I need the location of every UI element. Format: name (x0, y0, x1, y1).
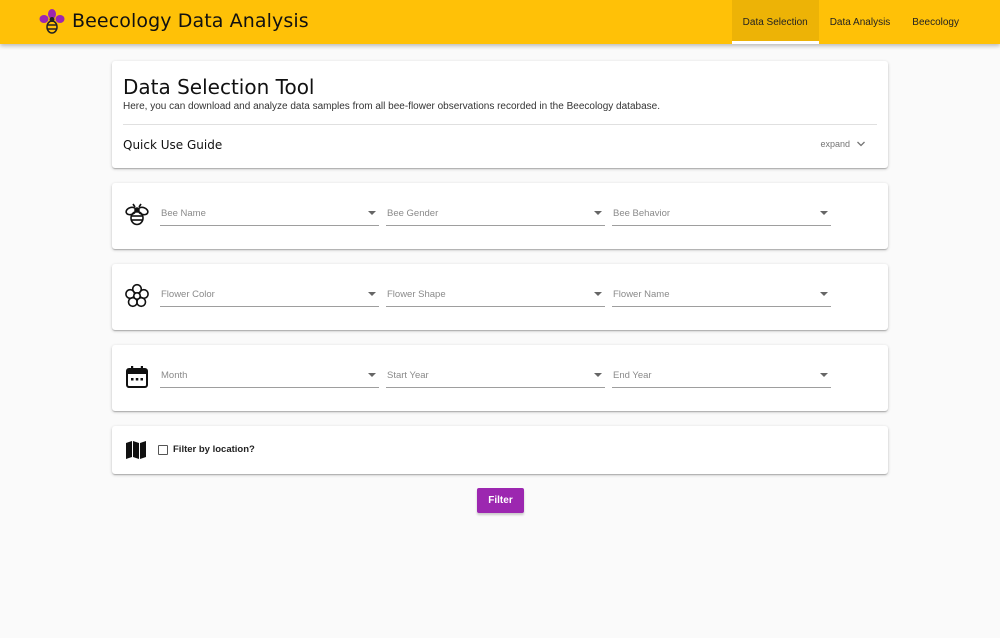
divider (123, 124, 877, 125)
top-nav: Data Selection Data Analysis Beecology (731, 0, 970, 44)
bee-filter-card: Bee Name Bee Gender Bee Behavior (112, 183, 888, 249)
select-placeholder: Bee Gender (387, 208, 439, 219)
page-description: Here, you can download and analyze data … (123, 101, 660, 112)
dropdown-arrow-icon (594, 211, 602, 215)
nav-tab-data-selection[interactable]: Data Selection (731, 0, 819, 44)
dropdown-arrow-icon (594, 373, 602, 377)
flower-icon (125, 283, 149, 308)
select-placeholder: Flower Name (613, 289, 670, 300)
bee-icon (125, 203, 149, 226)
app-title: Beecology Data Analysis (72, 10, 309, 32)
page-title: Data Selection Tool (123, 75, 315, 99)
dropdown-arrow-icon (368, 292, 376, 296)
month-select[interactable]: Month (160, 366, 379, 388)
dropdown-arrow-icon (820, 373, 828, 377)
calendar-icon (126, 366, 148, 388)
select-placeholder: Bee Name (161, 208, 206, 219)
nav-tab-label: Beecology (912, 16, 959, 28)
location-filter-card: Filter by location? (112, 426, 888, 474)
start-year-select[interactable]: Start Year (386, 366, 605, 388)
expand-guide-button[interactable]: expand (820, 139, 866, 149)
flower-shape-select[interactable]: Flower Shape (386, 285, 605, 307)
bee-behavior-select[interactable]: Bee Behavior (612, 204, 831, 226)
app-bar: Beecology Data Analysis Data Selection D… (0, 0, 1000, 44)
select-placeholder: End Year (613, 370, 652, 381)
nav-tab-beecology[interactable]: Beecology (901, 0, 970, 44)
filter-button[interactable]: Filter (477, 488, 524, 513)
filter-by-location-checkbox[interactable] (158, 445, 168, 455)
flower-filter-card: Flower Color Flower Shape Flower Name (112, 264, 888, 330)
flower-name-select[interactable]: Flower Name (612, 285, 831, 307)
chevron-down-icon (857, 141, 865, 147)
dropdown-arrow-icon (368, 373, 376, 377)
nav-tab-label: Data Selection (742, 16, 808, 28)
date-filter-card: Month Start Year End Year (112, 345, 888, 411)
dropdown-arrow-icon (594, 292, 602, 296)
dropdown-arrow-icon (820, 211, 828, 215)
intro-card: Data Selection Tool Here, you can downlo… (112, 61, 888, 168)
filter-by-location-label[interactable]: Filter by location? (173, 444, 255, 455)
flower-color-select[interactable]: Flower Color (160, 285, 379, 307)
bee-name-select[interactable]: Bee Name (160, 204, 379, 226)
bee-gender-select[interactable]: Bee Gender (386, 204, 605, 226)
dropdown-arrow-icon (368, 211, 376, 215)
select-placeholder: Flower Shape (387, 289, 446, 300)
select-placeholder: Flower Color (161, 289, 215, 300)
expand-label: expand (820, 139, 850, 149)
end-year-select[interactable]: End Year (612, 366, 831, 388)
select-placeholder: Start Year (387, 370, 429, 381)
quick-use-guide-title[interactable]: Quick Use Guide (123, 138, 222, 152)
dropdown-arrow-icon (820, 292, 828, 296)
select-placeholder: Month (161, 370, 188, 381)
bee-flower-logo-icon (39, 9, 65, 34)
nav-tab-label: Data Analysis (829, 16, 891, 28)
nav-tab-data-analysis[interactable]: Data Analysis (819, 0, 902, 44)
select-placeholder: Bee Behavior (613, 208, 671, 219)
map-icon (126, 441, 146, 459)
